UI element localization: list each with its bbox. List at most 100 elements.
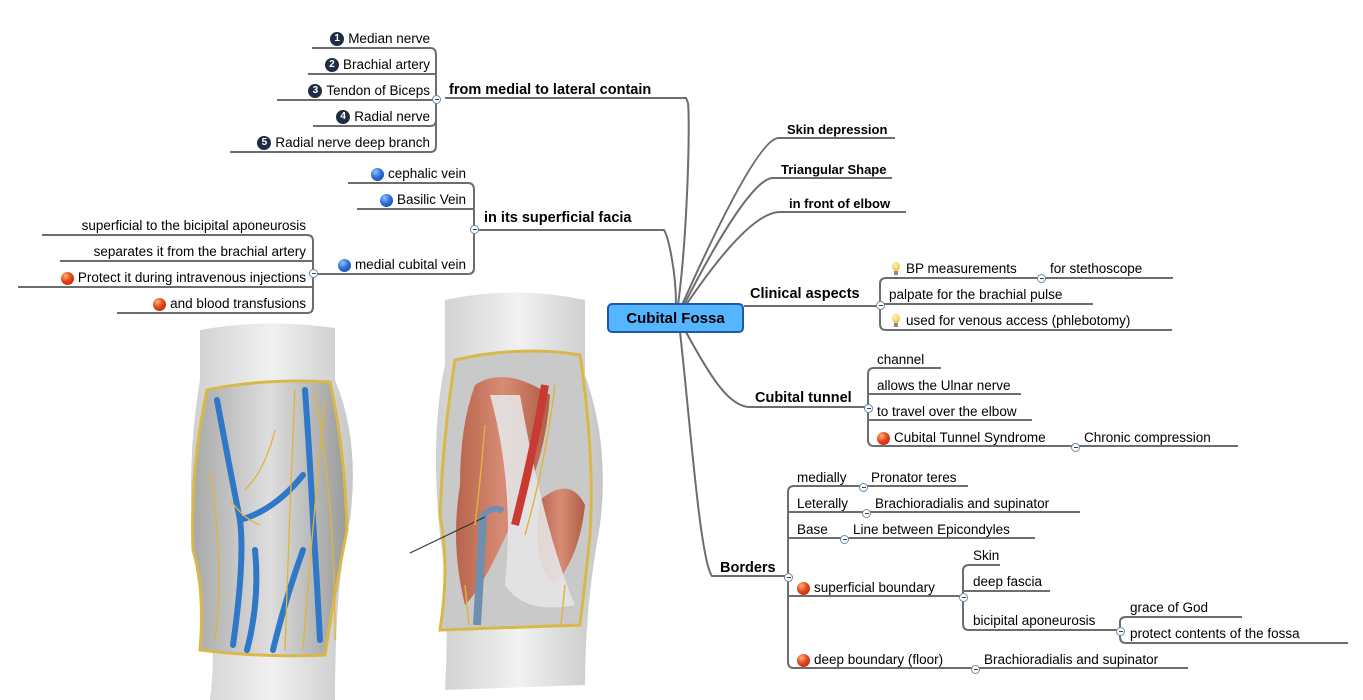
collapse-toggle[interactable] <box>862 509 871 518</box>
list-item[interactable]: 5 Radial nerve deep branch <box>257 135 430 151</box>
root-label: Cubital Fossa <box>626 309 725 327</box>
list-item[interactable]: Brachioradialis and supinator <box>984 652 1158 668</box>
item-label: to travel over the elbow <box>877 404 1017 419</box>
collapse-toggle[interactable] <box>859 483 868 492</box>
collapse-toggle[interactable] <box>1116 627 1125 636</box>
item-label: Brachioradialis and supinator <box>875 496 1050 511</box>
item-label: Tendon of Biceps <box>326 83 430 98</box>
item-label: medially <box>797 470 847 485</box>
collapse-toggle[interactable] <box>470 225 479 234</box>
list-item[interactable]: bicipital aponeurosis <box>973 613 1095 629</box>
root-node[interactable]: Cubital Fossa <box>607 303 744 333</box>
item-label: superficial to the bicipital aponeurosis <box>81 218 306 233</box>
list-item[interactable]: cephalic vein <box>370 166 466 182</box>
item-label: and blood transfusions <box>170 296 306 311</box>
item-label: channel <box>877 352 925 367</box>
list-item[interactable]: deep boundary (floor) <box>797 652 943 668</box>
item-label: Cubital Tunnel Syndrome <box>894 430 1046 445</box>
list-item[interactable]: deep fascia <box>973 574 1042 590</box>
collapse-toggle[interactable] <box>959 593 968 602</box>
collapse-toggle[interactable] <box>1071 443 1080 452</box>
list-item[interactable]: Pronator teres <box>871 470 957 486</box>
list-item[interactable]: medial cubital vein <box>337 257 466 273</box>
branch-label: Clinical aspects <box>750 286 860 302</box>
list-item[interactable]: Chronic compression <box>1084 430 1211 446</box>
item-label: medial cubital vein <box>354 257 466 272</box>
branch-label: in front of elbow <box>789 196 891 211</box>
item-label: allows the Ulnar nerve <box>877 378 1011 393</box>
list-item[interactable]: used for venous access (phlebotomy) <box>890 313 1130 329</box>
list-item[interactable]: Line between Epicondyles <box>853 522 1010 538</box>
item-label: used for venous access (phlebotomy) <box>906 313 1131 328</box>
list-item[interactable]: for stethoscope <box>1050 261 1142 277</box>
collapse-toggle[interactable] <box>432 95 441 104</box>
branch-triangular-shape[interactable]: Triangular Shape <box>781 162 886 178</box>
list-item[interactable]: Basilic Vein <box>379 192 466 208</box>
list-item[interactable]: grace of God <box>1130 600 1208 616</box>
list-item[interactable]: 2 Brachial artery <box>324 57 430 73</box>
list-item[interactable]: protect contents of the fossa <box>1130 626 1300 642</box>
item-label: Radial nerve deep branch <box>275 135 430 150</box>
item-label: Leterally <box>797 496 849 511</box>
list-item[interactable]: separates it from the brachial artery <box>94 244 306 260</box>
lightbulb-icon <box>890 314 902 328</box>
lightbulb-icon <box>890 262 902 276</box>
list-item[interactable]: BP measurements <box>890 261 1017 277</box>
branch-skin-depression[interactable]: Skin depression <box>787 122 887 138</box>
item-label: deep fascia <box>973 574 1043 589</box>
list-item[interactable]: Leterally <box>797 496 848 512</box>
item-label: Base <box>797 522 828 537</box>
branch-label: Triangular Shape <box>781 162 887 177</box>
item-label: deep boundary (floor) <box>814 652 944 667</box>
branch-label: in its superficial facia <box>484 210 632 226</box>
item-label: BP measurements <box>906 261 1017 276</box>
list-item[interactable]: Brachioradialis and supinator <box>875 496 1049 512</box>
superficial-veins-illustration <box>191 323 353 700</box>
collapse-toggle[interactable] <box>864 404 873 413</box>
deep-dissection-illustration <box>409 292 603 690</box>
list-item[interactable]: channel <box>877 352 924 368</box>
item-label: for stethoscope <box>1050 261 1143 276</box>
list-item[interactable]: medially <box>797 470 847 486</box>
number-4-icon: 4 <box>336 110 351 124</box>
list-item[interactable]: 4 Radial nerve <box>336 109 430 125</box>
list-item[interactable]: 3 Tendon of Biceps <box>308 83 430 99</box>
number-5-icon: 5 <box>257 136 272 150</box>
list-item[interactable]: palpate for the brachial pulse <box>889 287 1062 303</box>
branch-label: Borders <box>720 560 776 576</box>
branch-contents[interactable]: from medial to lateral contain <box>449 82 651 98</box>
number-1-icon: 1 <box>330 32 345 46</box>
red-dot-icon <box>60 271 74 285</box>
list-item[interactable]: Skin <box>973 548 999 564</box>
list-item[interactable]: allows the Ulnar nerve <box>877 378 1011 394</box>
item-label: grace of God <box>1130 600 1209 615</box>
collapse-toggle[interactable] <box>1037 274 1046 283</box>
branch-borders[interactable]: Borders <box>720 560 776 576</box>
branch-in-front-of-elbow[interactable]: in front of elbow <box>789 196 890 212</box>
collapse-toggle[interactable] <box>876 301 885 310</box>
item-label: Protect it during intravenous injections <box>77 270 306 285</box>
collapse-toggle[interactable] <box>840 535 849 544</box>
branch-cubital-tunnel[interactable]: Cubital tunnel <box>755 390 852 406</box>
item-label: Pronator teres <box>871 470 957 485</box>
branch-label: Cubital tunnel <box>755 390 852 406</box>
collapse-toggle[interactable] <box>309 269 318 278</box>
list-item[interactable]: 1 Median nerve <box>330 31 430 47</box>
list-item[interactable]: to travel over the elbow <box>877 404 1017 420</box>
list-item[interactable]: and blood transfusions <box>153 296 306 312</box>
list-item[interactable]: superficial to the bicipital aponeurosis <box>82 218 306 234</box>
list-item[interactable]: Cubital Tunnel Syndrome <box>877 430 1046 446</box>
item-label: protect contents of the fossa <box>1130 626 1300 641</box>
red-dot-icon <box>797 581 810 595</box>
item-label: Brachial artery <box>342 57 430 72</box>
list-item[interactable]: superficial boundary <box>797 580 935 596</box>
branch-clinical-aspects[interactable]: Clinical aspects <box>750 286 860 302</box>
item-label: Median nerve <box>348 31 430 46</box>
collapse-toggle[interactable] <box>784 573 793 582</box>
list-item[interactable]: Base <box>797 522 828 538</box>
collapse-toggle[interactable] <box>971 665 980 674</box>
branch-superficial-facia[interactable]: in its superficial facia <box>484 210 631 226</box>
item-label: palpate for the brachial pulse <box>889 287 1063 302</box>
item-label: Skin <box>973 548 1000 563</box>
list-item[interactable]: Protect it during intravenous injections <box>60 270 306 286</box>
